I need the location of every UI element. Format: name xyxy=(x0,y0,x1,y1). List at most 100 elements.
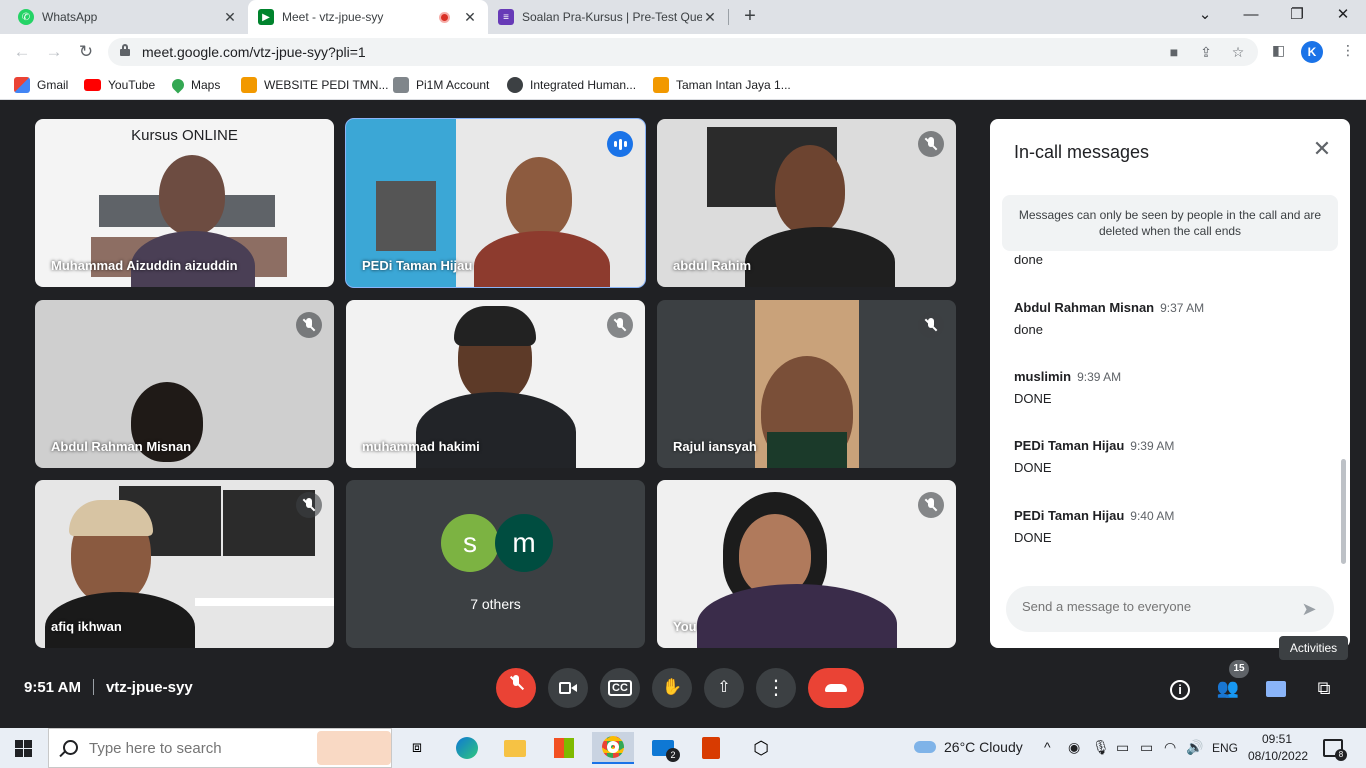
participant-name: muhammad hakimi xyxy=(362,439,480,454)
bookmark-star-icon[interactable]: ☆ xyxy=(1230,45,1246,59)
taskbar-edge[interactable] xyxy=(446,732,488,764)
meeting-details-button[interactable]: i xyxy=(1164,672,1196,704)
close-panel-button[interactable]: ✕ xyxy=(1310,137,1334,161)
chat-message: PEDi Taman Hijau 9:39 AM DONE xyxy=(1014,438,1174,475)
message-list[interactable]: done Abdul Rahman Misnan 9:37 AM done mus… xyxy=(990,255,1342,577)
tab-whatsapp[interactable]: ✆ WhatsApp ✕ xyxy=(8,0,248,34)
taskbar-search-input[interactable] xyxy=(89,740,309,757)
back-button[interactable]: ← xyxy=(10,40,34,64)
participant-avatar: m xyxy=(495,514,553,572)
camera-icon[interactable]: ■ xyxy=(1166,45,1182,59)
raise-hand-icon: ✋ xyxy=(662,679,682,696)
tab-forms[interactable]: ≡ Soalan Pra-Kursus | Pre-Test Que ✕ xyxy=(488,0,728,34)
muted-mic-icon xyxy=(296,492,322,518)
minimize-button[interactable]: — xyxy=(1228,0,1274,34)
taskbar-mail[interactable]: 2 xyxy=(642,732,684,764)
taskbar-chrome[interactable] xyxy=(592,732,634,764)
windows-start-icon[interactable] xyxy=(15,740,32,757)
participant-body xyxy=(745,227,895,287)
participant-tile-abdul-rahman-misnan[interactable]: Abdul Rahman Misnan xyxy=(35,300,334,468)
weather-widget[interactable]: 26°C Cloudy xyxy=(914,739,1023,755)
task-view-button[interactable]: ⧈ xyxy=(396,732,438,764)
windows-taskbar: ⧈ 2 ⬡ 26°C Cloudy ^ ◉ 🎙 ▭ ▭ ◠ 🔊 ENG 09:5… xyxy=(0,728,1366,768)
chat-scrollbar[interactable] xyxy=(1341,459,1346,564)
present-screen-button[interactable]: ⇧ xyxy=(704,668,744,708)
video-camera-icon xyxy=(559,681,577,694)
taskbar-store[interactable] xyxy=(543,732,585,764)
wifi-icon[interactable]: ◠ xyxy=(1164,739,1176,756)
raise-hand-button[interactable]: ✋ xyxy=(652,668,692,708)
participant-tile-muhammad-hakimi[interactable]: muhammad hakimi xyxy=(346,300,645,468)
close-window-button[interactable]: ✕ xyxy=(1320,0,1366,34)
language-indicator[interactable]: ENG xyxy=(1212,741,1238,755)
activities-icon: ⧉ xyxy=(1317,678,1331,698)
show-hidden-icons-button[interactable]: ^ xyxy=(1044,739,1051,755)
message-input[interactable] xyxy=(1022,599,1282,614)
more-options-button[interactable]: ⋮ xyxy=(756,668,796,708)
chat-button[interactable] xyxy=(1260,672,1292,704)
close-tab-icon[interactable]: ✕ xyxy=(462,9,478,26)
pedi-icon xyxy=(653,77,669,93)
taskbar-app[interactable]: ⬡ xyxy=(740,732,782,764)
taskbar-office[interactable] xyxy=(690,732,732,764)
bookmark-gmail[interactable]: Gmail xyxy=(14,76,68,94)
microphone-toggle-button[interactable] xyxy=(496,668,536,708)
volume-icon[interactable]: 🔊 xyxy=(1186,739,1203,756)
menu-kebab-icon[interactable]: ⋮ xyxy=(1341,42,1355,59)
send-icon[interactable]: ➤ xyxy=(1298,598,1320,620)
bookmark-taman-intan-jaya[interactable]: Taman Intan Jaya 1... xyxy=(653,76,791,94)
gmail-icon xyxy=(14,77,30,93)
google-meet-icon: ▶ xyxy=(258,9,274,25)
tab-meet[interactable]: ▶ Meet - vtz-jpue-syy ✕ xyxy=(248,0,488,34)
captions-button[interactable]: CC xyxy=(600,668,640,708)
battery-icon[interactable]: ▭ xyxy=(1140,739,1153,756)
side-panel-icon[interactable]: ◧ xyxy=(1272,42,1285,59)
message-time: 9:39 AM xyxy=(1077,370,1122,384)
bookmark-integrated-human[interactable]: Integrated Human... xyxy=(507,76,636,94)
bookmark-pi1m[interactable]: Pi1M Account xyxy=(393,76,489,94)
leave-call-button[interactable] xyxy=(808,668,864,708)
message-compose-box[interactable]: ➤ xyxy=(1006,586,1334,632)
people-icon: 👥 xyxy=(1216,678,1240,698)
new-tab-button[interactable]: + xyxy=(738,5,762,29)
tab-label: Soalan Pra-Kursus | Pre-Test Que xyxy=(522,10,702,24)
share-icon[interactable]: ⇪ xyxy=(1198,45,1214,59)
slide-title: Kursus ONLINE xyxy=(131,127,238,144)
bookmark-youtube[interactable]: YouTube xyxy=(84,76,155,94)
display-tray-icon[interactable]: ▭ xyxy=(1116,739,1129,756)
bookmark-website-pedi[interactable]: WEBSITE PEDI TMN... xyxy=(241,76,388,94)
participant-tile-aizuddin[interactable]: Kursus ONLINE Muhammad Aizuddin aizuddin xyxy=(35,119,334,287)
participant-tile-abdul-rahim[interactable]: abdul Rahim xyxy=(657,119,956,287)
bookmark-label: Taman Intan Jaya 1... xyxy=(676,78,791,92)
camera-toggle-button[interactable] xyxy=(548,668,588,708)
taskbar-file-explorer[interactable] xyxy=(494,732,536,764)
bookmark-maps[interactable]: Maps xyxy=(169,76,220,94)
microphone-tray-icon[interactable]: 🎙 xyxy=(1092,739,1110,756)
notification-center-icon[interactable]: 8 xyxy=(1323,739,1347,761)
tab-search-button[interactable]: ⌄ xyxy=(1182,0,1228,34)
profile-avatar[interactable]: K xyxy=(1301,41,1323,63)
participant-name: Muhammad Aizuddin aizuddin xyxy=(51,258,238,273)
participant-tile-others[interactable]: s m 7 others xyxy=(346,480,645,648)
close-tab-icon[interactable]: ✕ xyxy=(222,9,238,26)
activities-button[interactable]: ⧉ xyxy=(1308,672,1340,704)
address-bar[interactable]: meet.google.com/vtz-jpue-syy?pli=1 ■ ⇪ ☆ xyxy=(108,38,1258,66)
url-text[interactable]: meet.google.com/vtz-jpue-syy?pli=1 xyxy=(142,44,366,60)
forward-button[interactable]: → xyxy=(42,40,66,64)
more-vertical-icon: ⋮ xyxy=(766,677,786,699)
message-text: DONE xyxy=(1014,530,1052,545)
participant-tile-you[interactable]: You xyxy=(657,480,956,648)
chat-message: Abdul Rahman Misnan 9:37 AM done xyxy=(1014,300,1204,337)
others-count-label: 7 others xyxy=(470,596,521,612)
youtube-icon xyxy=(84,79,101,91)
participant-tile-pedi-taman-hijau[interactable]: PEDi Taman Hijau xyxy=(345,118,646,288)
taskbar-search[interactable] xyxy=(48,728,392,768)
participant-tile-rajul-iansyah[interactable]: Rajul iansyah xyxy=(657,300,956,468)
pedi-icon xyxy=(241,77,257,93)
camera-tray-icon[interactable]: ◉ xyxy=(1068,739,1080,756)
participant-tile-afiq-ikhwan[interactable]: afiq ikhwan xyxy=(35,480,334,648)
taskbar-clock[interactable]: 09:51 08/10/2022 xyxy=(1248,731,1308,765)
close-tab-icon[interactable]: ✕ xyxy=(702,9,718,26)
reload-button[interactable]: ↻ xyxy=(74,40,98,64)
restore-button[interactable]: ❐ xyxy=(1274,0,1320,34)
